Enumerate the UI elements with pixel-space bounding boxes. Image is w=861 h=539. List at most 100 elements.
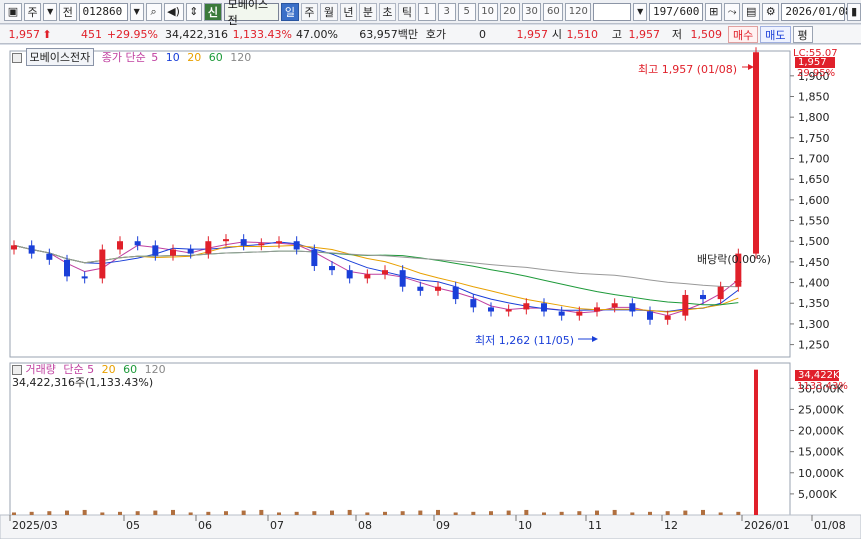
volume-bar — [418, 510, 423, 515]
volume-current: 34,422,316주(1,133.43%) — [12, 376, 154, 389]
window-icon[interactable]: ▣ — [4, 2, 22, 21]
market-select[interactable]: 주 — [23, 2, 42, 21]
interval-custom-input[interactable] — [593, 2, 632, 21]
price-tick-label: 1,500 — [798, 235, 830, 248]
candle-body — [117, 241, 123, 250]
speaker-icon[interactable]: ◀) — [163, 2, 184, 21]
candle-body — [152, 245, 159, 256]
price-change-pct: +29.95% — [106, 27, 158, 41]
candle-body — [276, 241, 282, 244]
candle-body — [28, 245, 35, 254]
volume-bar — [595, 510, 599, 515]
sell-button[interactable]: 매도 — [760, 25, 791, 43]
volume-legend-ma-20: 20 — [101, 363, 116, 376]
volume-bar — [347, 509, 352, 515]
volume-bar — [118, 511, 122, 515]
price-tick-label: 1,650 — [798, 173, 830, 186]
volume-bar — [683, 510, 688, 515]
interval-20[interactable]: 20 — [499, 2, 520, 21]
buy-button[interactable]: 매수 — [728, 25, 759, 43]
x-tick-label: 08 — [358, 519, 372, 532]
x-tick-label: 01/08 — [814, 519, 846, 532]
volume-bar — [294, 511, 299, 515]
volume-bar — [436, 509, 440, 515]
price-tick-label: 1,550 — [798, 215, 830, 228]
candle-body — [700, 294, 706, 300]
volume-bar — [29, 511, 34, 515]
interval-120[interactable]: 120 — [565, 2, 592, 21]
interval-60[interactable]: 60 — [543, 2, 564, 21]
x-tick-label: 09 — [436, 519, 450, 532]
legend-ma-5: 5 — [151, 51, 159, 64]
calendar-icon[interactable]: ▮ — [847, 2, 861, 21]
volume-bar — [259, 509, 264, 515]
period-day[interactable]: 일 — [281, 2, 299, 21]
candle-body — [134, 241, 141, 246]
up-arrow-icon: ⬆ — [42, 27, 52, 41]
dropdown-icon[interactable]: ▼ — [43, 2, 58, 21]
interval-10[interactable]: 10 — [477, 2, 498, 21]
stock-chart[interactable]: 1,250 1,300 1,350 1,400 1,450 1,500 1,550 1,600… — [0, 45, 861, 539]
candle-body — [258, 243, 265, 246]
volume-legend-series: 단순 — [63, 363, 84, 376]
volume-bar — [65, 510, 69, 515]
save-icon[interactable]: ▤ — [742, 2, 761, 21]
candle-body — [452, 286, 459, 300]
chart-type-icon[interactable]: ⤳ — [724, 2, 741, 21]
legend-stock-name[interactable]: 모베이스전자 — [25, 48, 95, 66]
price-tick-label: 1,850 — [798, 90, 830, 103]
volume-bar — [736, 511, 741, 515]
sort-icon[interactable]: ⇕ — [185, 2, 203, 21]
candle-body — [417, 286, 424, 291]
candle-body — [629, 303, 636, 312]
volume-bar — [365, 512, 370, 515]
period-week[interactable]: 주 — [300, 2, 319, 21]
grid-icon[interactable]: ⊞ — [705, 2, 723, 21]
volume-legend-icon — [12, 365, 22, 375]
period-year[interactable]: 년 — [339, 2, 358, 21]
period-minute[interactable]: 분 — [359, 2, 377, 21]
candle-body — [576, 311, 583, 316]
legend-ma-60: 60 — [208, 51, 223, 64]
interval-3[interactable]: 3 — [437, 2, 456, 21]
page-count[interactable]: 197/600 — [649, 2, 704, 21]
current-pct-label: 29.95% — [797, 68, 836, 79]
period-second[interactable]: 초 — [378, 2, 397, 21]
date-input[interactable]: 2026/01/08 — [781, 2, 852, 21]
candle-body — [505, 309, 512, 312]
current-price: 1,957 — [8, 27, 41, 41]
code-dropdown-icon[interactable]: ▼ — [129, 2, 144, 21]
x-tick-label: 11 — [588, 519, 602, 532]
volume-bar — [630, 512, 635, 515]
period-tick[interactable]: 틱 — [398, 2, 416, 21]
period-month[interactable]: 월 — [320, 2, 338, 21]
candle-body — [364, 274, 371, 279]
volume-legend-ma-5: 5 — [87, 363, 95, 376]
eval-button[interactable]: 평 — [792, 25, 813, 43]
interval-30[interactable]: 30 — [521, 2, 542, 21]
volume-tick-label: 15,000K — [798, 446, 844, 459]
gear-icon[interactable]: ⚙ — [762, 2, 780, 21]
price-tick-label: 1,600 — [798, 194, 830, 207]
candle-body — [435, 286, 441, 291]
x-tick-label: 07 — [270, 519, 284, 532]
interval-5[interactable]: 5 — [457, 2, 476, 21]
search-type-button[interactable]: 전 — [59, 2, 77, 21]
candle-body — [664, 315, 671, 320]
volume-bar — [82, 509, 87, 515]
search-icon[interactable]: ⌕ — [145, 2, 162, 21]
volume-legend-name: 거래량 — [25, 363, 56, 376]
price-tick-label: 1,300 — [798, 318, 830, 331]
volume-bar — [718, 512, 723, 515]
interval-1[interactable]: 1 — [417, 2, 436, 21]
volume-bar — [453, 512, 458, 515]
interval-dropdown-icon[interactable]: ▼ — [633, 2, 648, 21]
dividend-annotation: 배당락(0.00%) — [697, 253, 771, 266]
legend-series-label: 종가 단순 — [101, 51, 146, 64]
volume-legend-ma-120: 120 — [144, 363, 166, 376]
code-input[interactable]: 012860 — [78, 2, 128, 21]
volume-tick-label: 5,000K — [798, 488, 837, 501]
price-tick-label: 1,750 — [798, 132, 830, 145]
chart-window: ▣ 주 ▼ 전 012860 ▼ ⌕ ◀) ⇕ 신 모베이스전 일 주 월 년 … — [0, 0, 861, 539]
volume-bar — [612, 509, 617, 515]
